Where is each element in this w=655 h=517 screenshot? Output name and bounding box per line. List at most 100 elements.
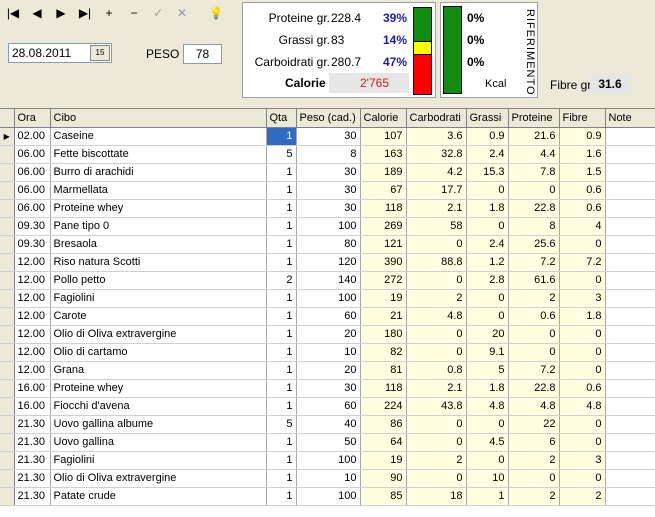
table-cell[interactable]: 60	[296, 397, 361, 416]
table-cell[interactable]: 3	[559, 289, 606, 308]
table-cell[interactable]: 1.8	[559, 307, 606, 326]
table-cell[interactable]	[605, 343, 655, 362]
table-cell[interactable]: Olio di Oliva extravergine	[50, 469, 267, 488]
table-cell[interactable]: Marmellata	[50, 181, 267, 200]
table-row[interactable]: 21.30 Fagiolini 1 100 19 2 0 2 3	[0, 451, 655, 470]
table-cell[interactable]: 0	[466, 181, 509, 200]
table-cell[interactable]: 30	[296, 379, 361, 398]
table-cell[interactable]: 7.2	[508, 253, 560, 272]
table-cell[interactable]	[605, 271, 655, 290]
table-cell[interactable]: 25.6	[508, 235, 560, 254]
hint-lightbulb-button[interactable]: 💡	[206, 3, 226, 23]
table-cell[interactable]: 12.00	[14, 325, 51, 344]
table-cell[interactable]: Proteine whey	[50, 199, 267, 218]
table-cell[interactable]: 2.8	[466, 271, 509, 290]
table-cell[interactable]	[605, 361, 655, 380]
last-record-button[interactable]: ▶|	[75, 3, 95, 23]
table-cell[interactable]: 80	[296, 235, 361, 254]
table-cell[interactable]: 4.8	[559, 397, 606, 416]
table-cell[interactable]	[605, 217, 655, 236]
table-cell[interactable]: 4.8	[406, 307, 467, 326]
table-cell[interactable]: 2	[406, 289, 467, 308]
table-cell[interactable]: 0	[508, 325, 560, 344]
table-cell[interactable]: 0	[508, 181, 560, 200]
table-cell[interactable]: 1	[266, 217, 297, 236]
table-cell[interactable]: Uovo gallina albume	[50, 415, 267, 434]
table-cell[interactable]: 7.2	[508, 361, 560, 380]
table-cell[interactable]: 2	[266, 271, 297, 290]
table-cell[interactable]: 0.6	[508, 307, 560, 326]
row-indicator[interactable]	[0, 361, 15, 380]
table-cell[interactable]: 12.00	[14, 361, 51, 380]
table-cell[interactable]	[605, 235, 655, 254]
table-cell[interactable]	[605, 163, 655, 182]
table-cell[interactable]: 09.30	[14, 235, 51, 254]
table-cell[interactable]: 81	[360, 361, 407, 380]
table-cell[interactable]: 0	[466, 415, 509, 434]
table-cell[interactable]: 60	[296, 307, 361, 326]
table-cell[interactable]: 1	[266, 361, 297, 380]
row-indicator[interactable]	[0, 451, 15, 470]
table-cell[interactable]: 85	[360, 487, 407, 506]
table-cell[interactable]: 1	[266, 397, 297, 416]
table-cell[interactable]: 40	[296, 415, 361, 434]
table-cell[interactable]: 20	[466, 325, 509, 344]
table-cell[interactable]	[605, 307, 655, 326]
table-cell[interactable]: 1	[266, 235, 297, 254]
table-cell[interactable]: 09.30	[14, 217, 51, 236]
table-cell[interactable]: 272	[360, 271, 407, 290]
table-cell[interactable]: 5	[266, 415, 297, 434]
table-row[interactable]: 16.00 Proteine whey 1 30 118 2.1 1.8 22.8 0.6	[0, 379, 655, 398]
table-cell[interactable]: 02.00	[14, 127, 51, 146]
table-cell[interactable]	[605, 145, 655, 164]
table-cell[interactable]: 19	[360, 289, 407, 308]
table-cell[interactable]: Fiocchi d'avena	[50, 397, 267, 416]
table-cell[interactable]: 21.6	[508, 127, 560, 146]
table-cell[interactable]: 16.00	[14, 379, 51, 398]
column-header[interactable]: Ora	[14, 109, 51, 128]
table-cell[interactable]: 121	[360, 235, 407, 254]
table-cell[interactable]: 86	[360, 415, 407, 434]
table-cell[interactable]: 21	[360, 307, 407, 326]
table-cell[interactable]: 100	[296, 451, 361, 470]
table-cell[interactable]: 2.4	[466, 235, 509, 254]
table-cell[interactable]: 18	[406, 487, 467, 506]
table-row[interactable]: 16.00 Fiocchi d'avena 1 60 224 43.8 4.8 4.8 4.8	[0, 397, 655, 416]
table-cell[interactable]: 1	[266, 469, 297, 488]
row-indicator[interactable]	[0, 253, 15, 272]
table-cell[interactable]: 120	[296, 253, 361, 272]
table-row[interactable]: 06.00 Marmellata 1 30 67 17.7 0 0 0.6	[0, 181, 655, 200]
table-cell[interactable]: Fagiolini	[50, 451, 267, 470]
table-cell[interactable]: 43.8	[406, 397, 467, 416]
table-cell[interactable]: 50	[296, 433, 361, 452]
table-row[interactable]: ▶ 02.00 Caseine 1 30 107 3.6 0.9 21.6 0.9	[0, 127, 655, 146]
table-cell[interactable]: 32.8	[406, 145, 467, 164]
table-cell[interactable]: 0.9	[466, 127, 509, 146]
row-indicator[interactable]	[0, 217, 15, 236]
table-cell[interactable]: 0	[466, 217, 509, 236]
delete-record-button[interactable]: −	[124, 3, 144, 23]
table-cell[interactable]: 1.8	[466, 199, 509, 218]
row-indicator[interactable]	[0, 199, 15, 218]
table-cell[interactable]: Pollo petto	[50, 271, 267, 290]
table-row[interactable]: 21.30 Olio di Oliva extravergine 1 10 90 0 10 0…	[0, 469, 655, 488]
table-cell[interactable]: 2	[508, 289, 560, 308]
table-cell[interactable]	[605, 487, 655, 506]
prior-record-button[interactable]: ◀	[27, 3, 47, 23]
table-cell[interactable]: Caseine	[50, 127, 267, 146]
table-cell[interactable]: 20	[296, 361, 361, 380]
table-cell[interactable]: 22.8	[508, 379, 560, 398]
table-cell[interactable]	[605, 127, 655, 146]
table-cell[interactable]: 1	[266, 199, 297, 218]
table-cell[interactable]: 0.9	[559, 127, 606, 146]
table-cell[interactable]: 100	[296, 217, 361, 236]
table-cell[interactable]: 0	[559, 343, 606, 362]
table-cell[interactable]: 1.2	[466, 253, 509, 272]
column-header[interactable]: Cibo	[50, 109, 267, 128]
table-cell[interactable]: 0	[406, 469, 467, 488]
table-cell[interactable]: Fagiolini	[50, 289, 267, 308]
table-cell[interactable]: 0	[559, 469, 606, 488]
column-header[interactable]: Proteine	[508, 109, 560, 128]
table-row[interactable]: 21.30 Patate crude 1 100 85 18 1 2 2	[0, 487, 655, 506]
table-cell[interactable]: 22.8	[508, 199, 560, 218]
